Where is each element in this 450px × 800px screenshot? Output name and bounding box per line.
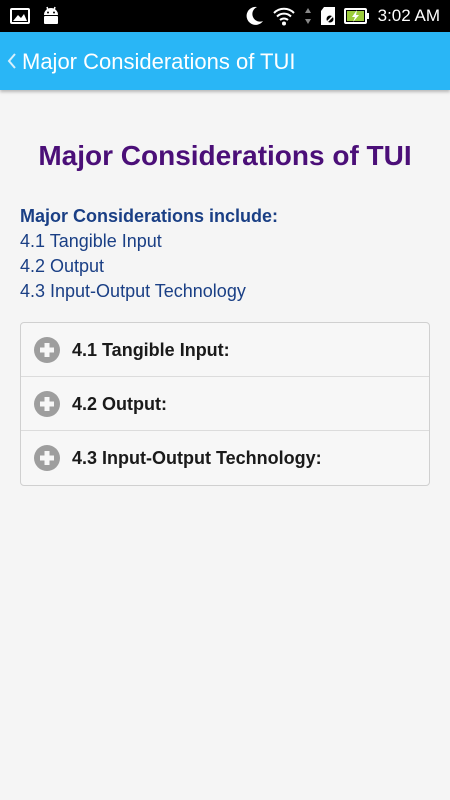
accordion: 4.1 Tangible Input: 4.2 Output: 4.3 Inpu… (20, 322, 430, 486)
accordion-item-label: 4.2 Output: (72, 394, 167, 414)
accordion-item-output[interactable]: 4.2 Output: (21, 377, 429, 431)
moon-icon (246, 6, 263, 25)
plus-circle-icon (34, 445, 60, 471)
status-time: 3:02 AM (377, 6, 440, 25)
intro-item: 4.3 Input-Output Technology (20, 281, 246, 301)
accordion-item-input-output-technology[interactable]: 4.3 Input-Output Technology: (21, 431, 429, 485)
intro-heading: Major Considerations include: (20, 206, 279, 226)
accordion-item-label: 4.1 Tangible Input: (72, 340, 230, 360)
plus-circle-icon (34, 337, 60, 363)
accordion-item-label: 4.3 Input-Output Technology: (72, 448, 322, 468)
intro-item: 4.2 Output (20, 256, 105, 276)
accordion-item-tangible-input[interactable]: 4.1 Tangible Input: (21, 323, 429, 377)
app-bar: Major Considerations of TUI (0, 32, 450, 90)
intro-item: 4.1 Tangible Input (20, 231, 162, 251)
android-icon (44, 6, 58, 24)
gallery-icon (10, 8, 30, 24)
page-title: Major Considerations of TUI (38, 140, 412, 171)
plus-circle-icon (34, 391, 60, 417)
wifi-icon (272, 7, 295, 26)
chevron-left-icon[interactable] (4, 48, 20, 74)
app-bar-title: Major Considerations of TUI (22, 49, 296, 74)
intro-section: Major Considerations include: 4.1 Tangib… (20, 204, 278, 304)
battery-charging-icon (343, 8, 369, 24)
data-arrows-icon (304, 8, 311, 24)
status-bar: 3:02 AM (0, 0, 450, 32)
sd-card-icon (320, 7, 335, 25)
